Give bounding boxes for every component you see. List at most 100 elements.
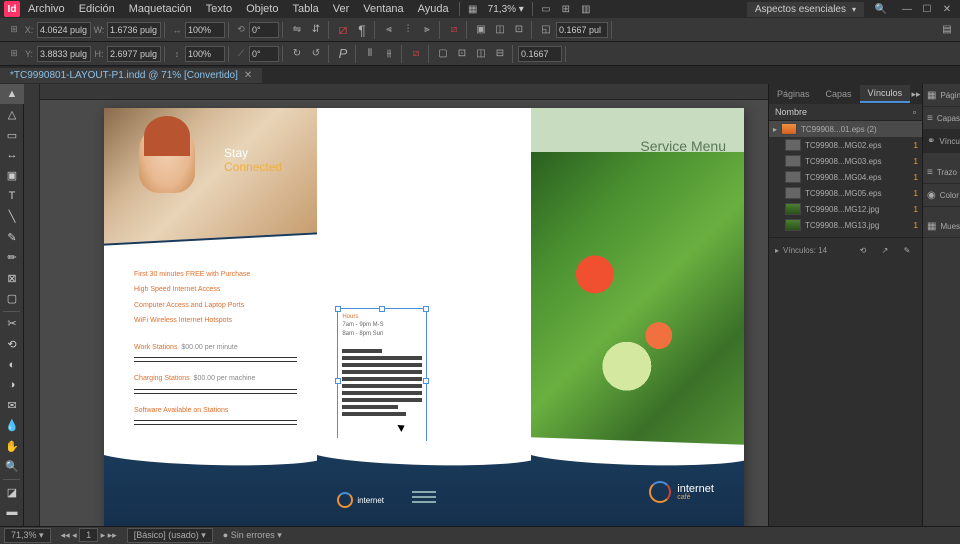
rot-cw-icon[interactable]: ↻ — [288, 45, 306, 63]
selected-text-frame[interactable]: Hours 7am - 9pm M-S 8am - 8pm Sun — [337, 308, 427, 453]
menu-ventana[interactable]: Ventana — [357, 1, 409, 17]
y-field[interactable]: 3.8833 pulg — [37, 46, 91, 62]
links-col-nombre[interactable]: Nombre — [775, 107, 807, 117]
gradient-feather-tool[interactable]: ◑ — [0, 375, 24, 395]
menu-ver[interactable]: Ver — [327, 1, 356, 17]
wrap2-icon[interactable]: ◫ — [491, 21, 509, 39]
h-field[interactable]: 2.6977 pulg — [107, 46, 161, 62]
ref-point-icon[interactable]: ⊞ — [7, 23, 21, 37]
links-col-page-icon[interactable]: ▫ — [913, 107, 916, 117]
status-page-nav[interactable]: ◂◂ ◂ 1 ▸ ▸▸ — [61, 530, 117, 541]
view-mode-icon[interactable]: ▭ — [537, 0, 555, 18]
flip-v-icon[interactable]: ⇵ — [307, 21, 325, 39]
stroke-none-icon[interactable]: ⧄ — [445, 21, 463, 39]
rectangle-tool[interactable]: ▢ — [0, 288, 24, 308]
maximize-icon[interactable]: ☐ — [918, 0, 936, 18]
color-apply-icon[interactable]: ▬ — [0, 502, 24, 522]
search-icon[interactable]: 🔍 — [872, 0, 890, 18]
cp-color[interactable]: ◉Color — [923, 184, 960, 207]
panel-collapse-icon[interactable]: ▸▸ — [910, 85, 922, 103]
cp-muestras[interactable]: ▦Muestras — [923, 215, 960, 238]
scissors-tool[interactable]: ✂ — [0, 314, 24, 334]
fit3-icon[interactable]: ◫ — [472, 45, 490, 63]
menu-edicion[interactable]: Edición — [73, 1, 121, 17]
minimize-icon[interactable]: — — [898, 0, 916, 18]
no-fill-icon[interactable]: ⧄ — [334, 21, 352, 39]
tab-close-icon[interactable]: ✕ — [244, 70, 252, 81]
corner-icon[interactable]: ◱ — [537, 21, 555, 39]
link-row[interactable]: TC99908...MG02.eps1 — [769, 137, 922, 153]
menu-tabla[interactable]: Tabla — [286, 1, 324, 17]
arrange-icon[interactable]: ▥ — [577, 0, 595, 18]
wrap-icon[interactable]: ▣ — [472, 21, 490, 39]
page-2[interactable]: Hours 7am - 9pm M-S 8am - 8pm Sun intern… — [317, 108, 530, 528]
panel-tab-paginas[interactable]: Páginas — [769, 86, 818, 102]
fit2-icon[interactable]: ⊡ — [453, 45, 471, 63]
x-field[interactable]: 4.0624 pulg — [37, 22, 91, 38]
page-tool[interactable]: ▭ — [0, 125, 24, 145]
gap-tool[interactable]: ↔ — [0, 145, 24, 165]
cp-paginas[interactable]: ▦Páginas — [923, 84, 960, 107]
corner-field[interactable]: 0.1667 pul — [556, 22, 608, 38]
link-row[interactable]: TC99908...MG04.eps1 — [769, 169, 922, 185]
no-stroke-icon[interactable]: ⧄ — [407, 45, 425, 63]
align-left-icon[interactable]: ⫷ — [380, 21, 398, 39]
cp-trazo[interactable]: ≡Trazo — [923, 161, 960, 184]
doc-tab-active[interactable]: *TC9990801-LAYOUT-P1.indd @ 71% [Convert… — [0, 68, 262, 83]
workspace-switcher[interactable]: Aspectos esenciales▾ — [747, 2, 864, 17]
panel-menu-icon[interactable]: ▤ — [938, 21, 956, 39]
screen-mode-icon[interactable]: ⊞ — [557, 0, 575, 18]
eyedropper-tool[interactable]: 💧 — [0, 416, 24, 436]
zoom-tool[interactable]: 🔍 — [0, 457, 24, 477]
page-3[interactable]: Service Menu internetcafé — [531, 108, 744, 528]
pen-tool[interactable]: ✎ — [0, 227, 24, 247]
menu-texto[interactable]: Texto — [200, 1, 238, 17]
panel-tab-vinculos[interactable]: Vínculos — [860, 85, 911, 103]
distribute-icon[interactable]: ⫴ — [361, 45, 379, 63]
flip-h-icon[interactable]: ⇋ — [288, 21, 306, 39]
content-collector-tool[interactable]: ▣ — [0, 166, 24, 186]
pencil-tool[interactable]: ✏ — [0, 247, 24, 267]
status-errors[interactable]: ● Sin errores ▾ — [223, 530, 282, 541]
p-icon[interactable]: P — [334, 45, 352, 63]
status-preset[interactable]: [Básico] (usado) ▾ — [127, 528, 213, 543]
panel-tab-capas[interactable]: Capas — [818, 86, 860, 102]
rotate-field[interactable]: 0° — [249, 22, 279, 38]
relink-icon[interactable]: ⟲ — [854, 241, 872, 259]
distribute2-icon[interactable]: ⫵ — [380, 45, 398, 63]
gradient-swatch-tool[interactable]: ◐ — [0, 354, 24, 374]
gap-field[interactable]: 0.1667 — [518, 46, 562, 62]
pasteboard[interactable]: StayConnected First 30 minutes FREE with… — [24, 84, 768, 543]
link-row[interactable]: TC99908...MG05.eps1 — [769, 185, 922, 201]
links-expand-icon[interactable]: ▸ — [775, 246, 779, 255]
rot-ccw-icon[interactable]: ↺ — [307, 45, 325, 63]
status-zoom[interactable]: 71,3% ▾ — [4, 528, 51, 543]
link-row[interactable]: TC99908...MG03.eps1 — [769, 153, 922, 169]
link-row[interactable]: TC99908...MG12.jpg1 — [769, 201, 922, 217]
menu-maquetacion[interactable]: Maquetación — [123, 1, 198, 17]
menu-archivo[interactable]: Archivo — [22, 1, 71, 17]
hand-tool[interactable]: ✋ — [0, 436, 24, 456]
w-field[interactable]: 1.6736 pulg — [107, 22, 161, 38]
menu-ayuda[interactable]: Ayuda — [412, 1, 455, 17]
direct-selection-tool[interactable]: △ — [0, 104, 24, 124]
free-transform-tool[interactable]: ⟲ — [0, 334, 24, 354]
bridge-icon[interactable]: ▦ — [464, 0, 482, 18]
wrap3-icon[interactable]: ⊡ — [510, 21, 528, 39]
cp-capas[interactable]: ≡Capas — [923, 107, 960, 130]
selection-tool[interactable]: ▲ — [0, 84, 24, 104]
fill-stroke-swatch[interactable]: ◪ — [0, 482, 24, 502]
type-tool[interactable]: T — [0, 186, 24, 206]
zoom-dropdown[interactable]: 71,3% ▾ — [484, 4, 528, 15]
scale-x-field[interactable]: 100% — [185, 22, 225, 38]
cp-vinculos[interactable]: ⚭Vínculos — [923, 130, 960, 153]
note-tool[interactable]: ✉ — [0, 395, 24, 415]
link-row[interactable]: ▸TC99908...01.eps (2) — [769, 121, 922, 137]
link-row[interactable]: TC99908...MG13.jpg1 — [769, 217, 922, 233]
menu-objeto[interactable]: Objeto — [240, 1, 284, 17]
close-icon[interactable]: ✕ — [938, 0, 956, 18]
fit4-icon[interactable]: ⊟ — [491, 45, 509, 63]
char-format-icon[interactable]: ¶ — [353, 21, 371, 39]
rectangle-frame-tool[interactable]: ⊠ — [0, 268, 24, 288]
line-tool[interactable]: ╲ — [0, 207, 24, 227]
